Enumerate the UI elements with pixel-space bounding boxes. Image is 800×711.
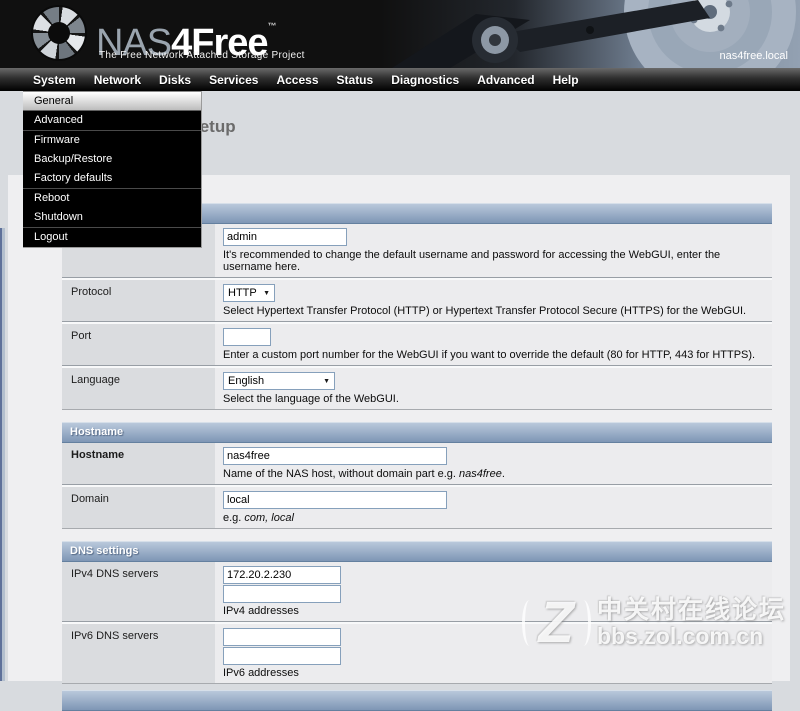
logo-hub — [48, 22, 70, 44]
nav-item-diagnostics[interactable]: Diagnostics — [391, 73, 459, 87]
form-row-domain: Domain e.g. com, local — [62, 487, 772, 528]
host-label: nas4free.local — [719, 50, 789, 62]
nav-item-system[interactable]: System — [33, 73, 76, 87]
protocol-help: Select Hypertext Transfer Protocol (HTTP… — [223, 305, 747, 317]
domain-label: Domain — [62, 487, 215, 528]
port-help: Enter a custom port number for the WebGU… — [223, 349, 756, 361]
username-input[interactable] — [223, 228, 347, 246]
form-row-port: Port Enter a custom port number for the … — [62, 324, 772, 365]
language-select[interactable]: English ▼ — [223, 372, 335, 390]
nav-item-status[interactable]: Status — [337, 73, 374, 87]
language-selected-value: English — [228, 375, 265, 387]
nav-item-help[interactable]: Help — [553, 73, 579, 87]
hostname-label: Hostname — [62, 443, 215, 484]
port-label: Port — [62, 324, 215, 365]
section-header-dns: DNS settings — [62, 541, 772, 562]
menu-item-shutdown[interactable]: Shutdown — [23, 208, 201, 227]
protocol-selected-value: HTTP — [228, 287, 257, 299]
protocol-label: Protocol — [62, 280, 215, 321]
hostname-input[interactable] — [223, 447, 447, 465]
app-header: NAS4Free™ The Free Network Attached Stor… — [0, 0, 800, 68]
form-row-protocol: Protocol HTTP ▼ Select Hypertext Transfer… — [62, 280, 772, 321]
main-menubar: System Network Disks Services Access Sta… — [0, 68, 800, 91]
watermark-arc-left — [521, 600, 537, 646]
hostname-help: Name of the NAS host, without domain par… — [223, 468, 505, 480]
nav-item-disks[interactable]: Disks — [159, 73, 191, 87]
ipv4-dns-input-2[interactable] — [223, 585, 341, 603]
system-dropdown-menu: General Advanced Firmware Backup/Restore… — [23, 91, 202, 248]
watermark-line2: bbs.zol.com.cn — [596, 623, 764, 649]
menu-item-firmware[interactable]: Firmware — [23, 131, 201, 150]
menu-item-reboot[interactable]: Reboot — [23, 189, 201, 208]
ipv4-dns-label: IPv4 DNS servers — [62, 562, 215, 621]
domain-input[interactable] — [223, 491, 447, 509]
zol-logo: Z — [538, 590, 574, 655]
menu-item-general[interactable]: General — [23, 91, 201, 111]
form-row-hostname: Hostname Name of the NAS host, without d… — [62, 443, 772, 484]
watermark-arc-right — [576, 600, 591, 646]
menu-item-factory-defaults[interactable]: Factory defaults — [23, 169, 201, 188]
language-cell: English ▼ Select the language of the WebG… — [215, 368, 772, 409]
language-label: Language — [62, 368, 215, 409]
domain-cell: e.g. com, local — [215, 487, 772, 528]
section-header-hostname: Hostname — [62, 422, 772, 443]
protocol-cell: HTTP ▼ Select Hypertext Transfer Protocol… — [215, 280, 772, 321]
next-section-header-partial — [62, 690, 772, 711]
username-help: It's recommended to change the default u… — [223, 249, 721, 273]
ipv6-dns-input-1[interactable] — [223, 628, 341, 646]
form-row-language: Language English ▼ Select the language of… — [62, 368, 772, 409]
domain-help: e.g. com, local — [223, 512, 294, 524]
port-cell: Enter a custom port number for the WebGU… — [215, 324, 772, 365]
nas4free-logo-icon — [31, 5, 87, 61]
watermark-text: 中关村在线论坛 bbs.zol.com.cn — [597, 597, 786, 649]
language-help: Select the language of the WebGUI. — [223, 393, 399, 405]
chevron-down-icon: ▼ — [263, 289, 270, 297]
menu-item-logout[interactable]: Logout — [23, 228, 201, 247]
menu-item-advanced[interactable]: Advanced — [23, 111, 201, 130]
zol-watermark: Z 中关村在线论坛 bbs.zol.com.cn — [521, 590, 786, 655]
menu-item-backup-restore[interactable]: Backup/Restore — [23, 150, 201, 169]
left-edge-strip — [0, 228, 5, 681]
nav-item-advanced[interactable]: Advanced — [477, 73, 534, 87]
watermark-line1: 中关村在线论坛 — [596, 596, 786, 624]
username-cell: It's recommended to change the default u… — [215, 224, 772, 277]
port-input[interactable] — [223, 328, 271, 346]
ipv6-addresses-caption: IPv6 addresses — [223, 667, 299, 679]
protocol-select[interactable]: HTTP ▼ — [223, 284, 275, 302]
chevron-down-icon: ▼ — [323, 377, 330, 385]
ipv4-dns-input-1[interactable] — [223, 566, 341, 584]
trademark-symbol: ™ — [267, 21, 277, 31]
section-hostname: Hostname Hostname Name of the NAS host, … — [62, 422, 772, 529]
nav-item-access[interactable]: Access — [276, 73, 318, 87]
nav-item-services[interactable]: Services — [209, 73, 258, 87]
nav-item-network[interactable]: Network — [94, 73, 141, 87]
ipv6-dns-input-2[interactable] — [223, 647, 341, 665]
brand-tagline: The Free Network Attached Storage Projec… — [99, 50, 305, 61]
ipv6-dns-label: IPv6 DNS servers — [62, 624, 215, 683]
hostname-cell: Name of the NAS host, without domain par… — [215, 443, 772, 484]
